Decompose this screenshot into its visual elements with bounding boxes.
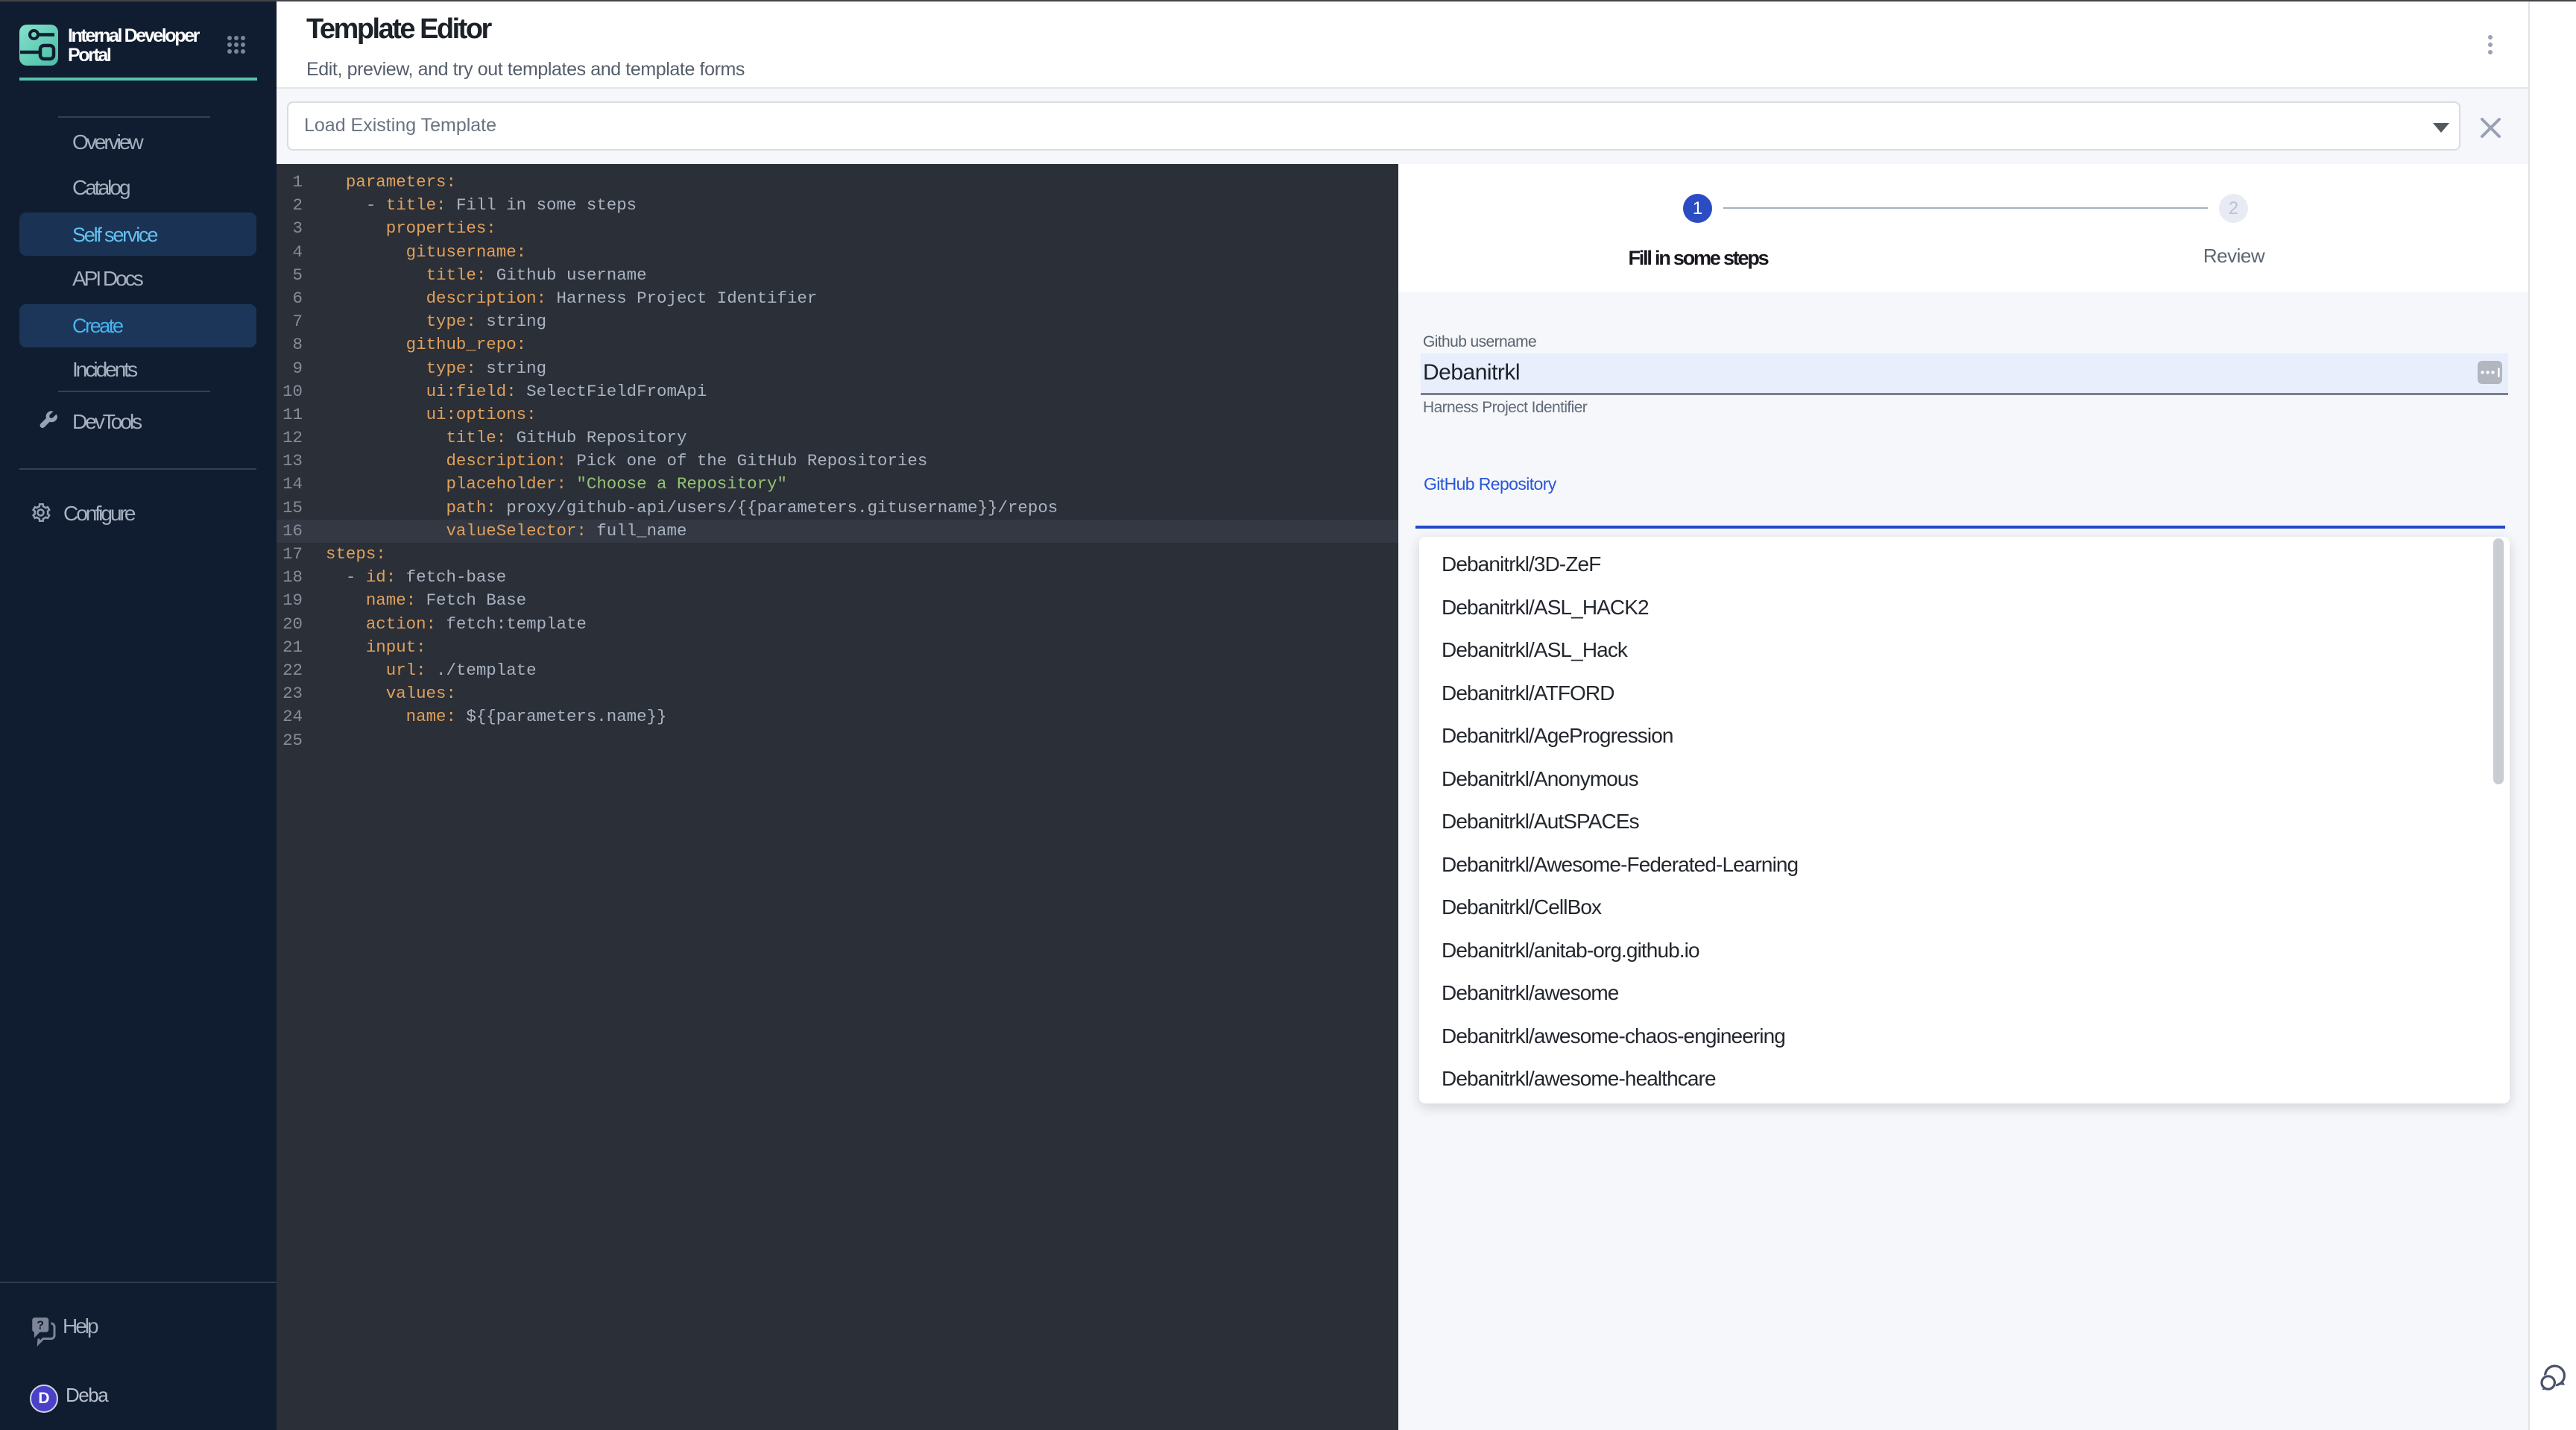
svg-text:?: ?: [37, 1320, 44, 1332]
